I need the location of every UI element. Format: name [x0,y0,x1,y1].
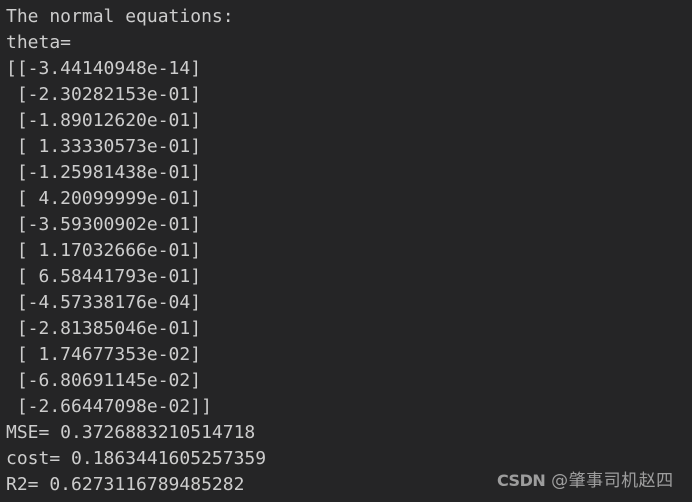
output-line: [-6.80691145e-02] [6,370,202,391]
output-line: [ 1.33330573e-01] [6,136,202,157]
output-line: [-3.59300902e-01] [6,214,202,235]
output-line: The normal equations: [6,6,234,27]
output-line-running-time: Running time: 0.004956960678100586 Secon… [6,498,692,502]
output-line: [-2.66447098e-02]] [6,396,212,417]
output-line: [ 6.58441793e-01] [6,266,202,287]
output-line: [-1.25981438e-01] [6,162,202,183]
output-line: [[-3.44140948e-14] [6,58,202,79]
output-line: [-2.81385046e-01] [6,318,202,339]
output-line-cost: cost= 0.1863441605257359 [6,448,267,469]
terminal-output-pane[interactable]: The normal equations: theta= [[-3.441409… [0,0,692,502]
output-line: [ 1.74677353e-02] [6,344,202,365]
output-line-mse: MSE= 0.3726883210514718 [6,422,256,443]
output-line: [-2.30282153e-01] [6,84,202,105]
output-line: theta= [6,32,72,53]
output-line: [ 4.20099999e-01] [6,188,202,209]
output-line: [ 1.17032666e-01] [6,240,202,261]
output-line-r2: R2= 0.6273116789485282 [6,474,245,495]
output-line: [-4.57338176e-04] [6,292,202,313]
output-line: [-1.89012620e-01] [6,110,202,131]
